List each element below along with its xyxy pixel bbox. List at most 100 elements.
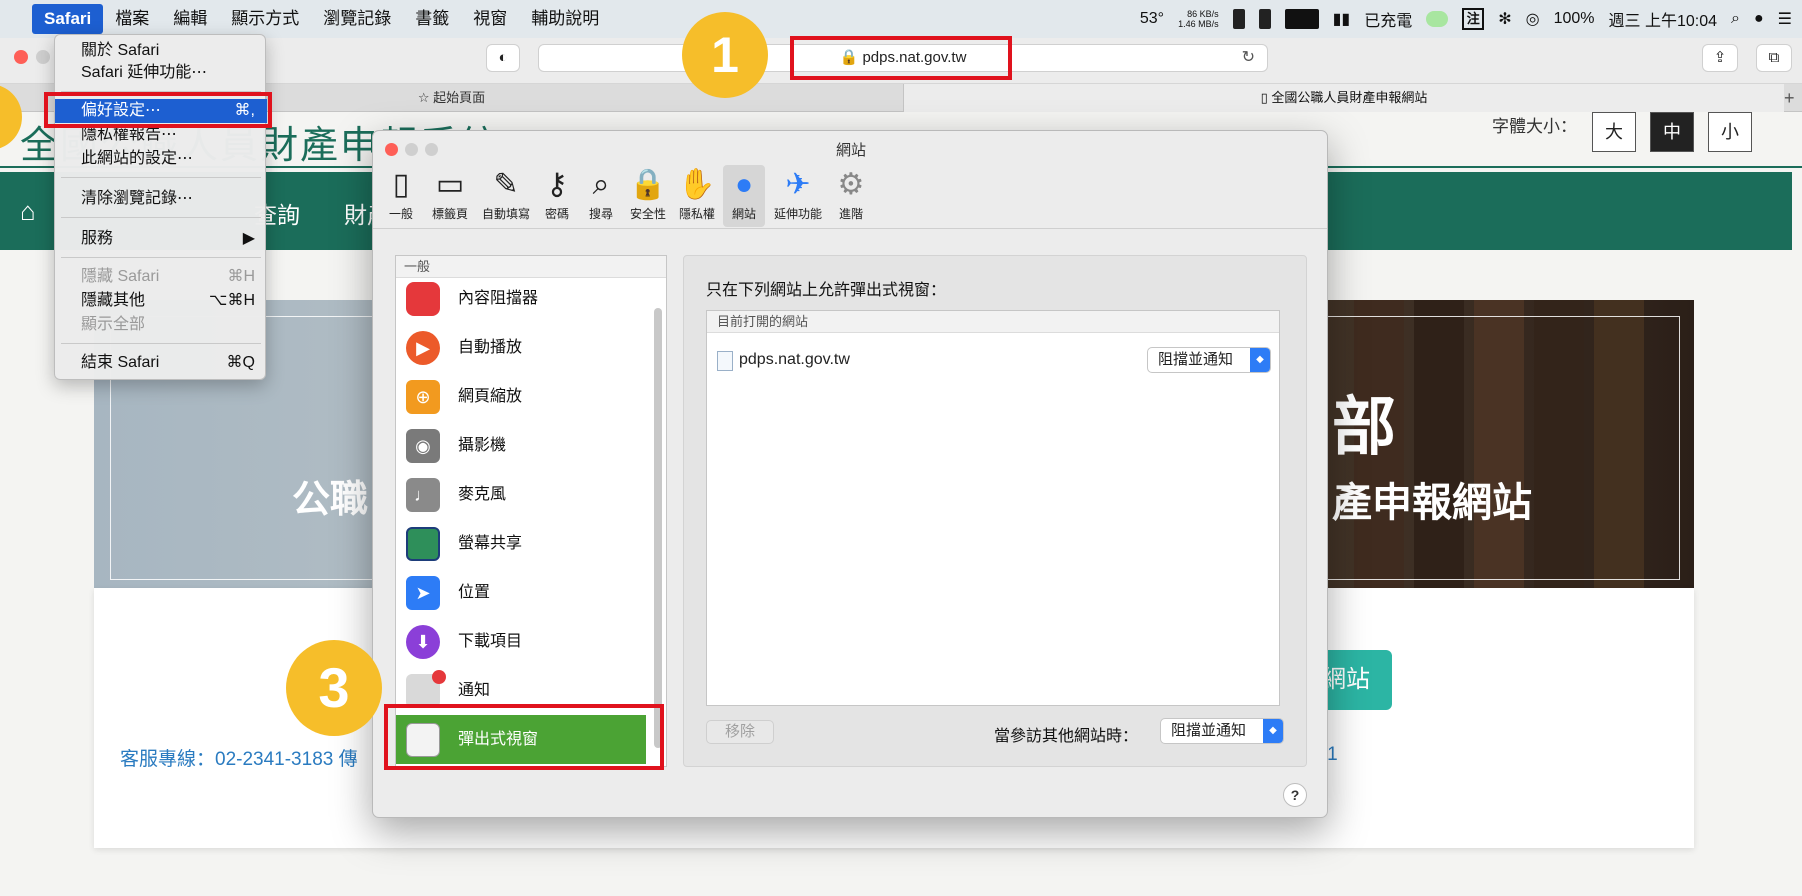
- messages-status-icon[interactable]: [1426, 11, 1449, 27]
- sidebar-item-auto-play[interactable]: ▶ 自動播放: [396, 323, 646, 372]
- prefs-tab-passwords[interactable]: ⚷ 密碼: [539, 165, 575, 227]
- menubar-status-area: 53° 86 KB/s 1.46 MB/s ▮▮ 已充電 注 ✻ ◎ 100% …: [1140, 0, 1792, 38]
- prefs-tab-tabs[interactable]: ▭ 標籤頁: [427, 165, 473, 227]
- clock[interactable]: 週三 上午10:04: [1609, 7, 1718, 31]
- ssd-meter-icon[interactable]: [1232, 9, 1245, 29]
- home-icon[interactable]: ⌂: [20, 196, 36, 227]
- prefs-tab-security[interactable]: 🔒 安全性: [625, 165, 671, 227]
- microphone-icon: ♩: [406, 478, 440, 512]
- menu-about-safari[interactable]: 關於 Safari: [55, 39, 267, 63]
- menu-separator: [61, 217, 261, 218]
- prefs-tab-privacy[interactable]: ✋ 隱私權: [675, 165, 719, 227]
- prefs-tab-general[interactable]: ▯ 一般: [381, 165, 421, 227]
- menu-safari[interactable]: Safari: [32, 4, 104, 34]
- font-size-medium-button[interactable]: 中: [1650, 112, 1694, 152]
- privacy-shield-button[interactable]: ◐: [486, 44, 520, 72]
- menu-show-all: 顯示全部: [81, 316, 146, 333]
- spotlight-search-icon[interactable]: ⌕: [1731, 10, 1740, 28]
- charging-status[interactable]: 已充電: [1364, 7, 1412, 31]
- gear-icon: ⚙: [837, 168, 865, 201]
- menu-bar: Safari 檔案 編輯 顯示方式 瀏覽記錄 書籤 視窗 輔助說明 53° 86…: [0, 0, 1802, 38]
- key-icon: ⚷: [546, 168, 568, 201]
- menu-hide-safari: 隱藏 Safari ⌘H: [55, 265, 267, 289]
- sidebar-item-downloads[interactable]: ⬇ 下載項目: [396, 617, 646, 666]
- updown-chevron-icon: ◆: [1263, 719, 1283, 743]
- window-close-button[interactable]: [14, 50, 28, 64]
- table-row[interactable]: pdps.nat.gov.tw 阻擋並通知 ◆: [707, 345, 1279, 375]
- menu-separator: [61, 177, 261, 178]
- tab-current-site[interactable]: ▯ 全國公職人員財產申報網站: [904, 84, 1784, 112]
- annotation-box-preferences: [44, 92, 272, 128]
- puzzle-icon: ✈: [785, 168, 811, 201]
- prefs-tab-extensions[interactable]: ✈ 延伸功能: [769, 165, 827, 227]
- menu-quit-safari[interactable]: 結束 Safari ⌘Q: [55, 351, 267, 375]
- table-header: 目前打開的網站: [707, 311, 1279, 333]
- battery-percent[interactable]: 100%: [1554, 10, 1595, 28]
- other-sites-label: 當參訪其他網站時：: [994, 728, 1139, 745]
- row-popup-select[interactable]: 阻擋並通知 ◆: [1147, 347, 1271, 373]
- prefs-tab-search[interactable]: ⌕ 搜尋: [581, 165, 621, 227]
- camera-icon: ◉: [406, 429, 440, 463]
- sidebar-item-page-zoom[interactable]: ⊕ 網頁縮放: [396, 372, 646, 421]
- memory-meter-icon[interactable]: [1258, 9, 1271, 29]
- banner-right-title: 部: [1332, 391, 1396, 463]
- reload-icon[interactable]: ↻: [1242, 45, 1255, 71]
- new-tab-button[interactable]: +: [1784, 84, 1802, 112]
- wifi-icon[interactable]: ◎: [1526, 9, 1540, 29]
- menu-safari-extensions[interactable]: Safari 延伸功能⋯: [55, 61, 267, 85]
- prefs-tab-advanced[interactable]: ⚙ 進階: [831, 165, 871, 227]
- network-download: 1.46 MB/s: [1178, 19, 1219, 29]
- location-arrow-icon: ➤: [406, 576, 440, 610]
- menu-bookmarks[interactable]: 書籤: [403, 4, 461, 34]
- menu-view[interactable]: 顯示方式: [219, 4, 311, 34]
- annotation-box-popup: [384, 704, 664, 770]
- prefs-tab-autofill[interactable]: ✎ 自動填寫: [477, 165, 535, 227]
- sidebar-item-location[interactable]: ➤ 位置: [396, 568, 646, 617]
- siri-icon[interactable]: ●: [1754, 10, 1764, 28]
- network-speed[interactable]: 86 KB/s 1.46 MB/s: [1178, 9, 1219, 29]
- banner-right-subtitle: 產申報網站: [1332, 481, 1532, 525]
- sidebar-item-screen-sharing[interactable]: 螢幕共享: [396, 519, 646, 568]
- sidebar-item-content-blockers[interactable]: 內容阻擋器: [396, 274, 646, 323]
- menu-site-settings[interactable]: 此網站的設定⋯: [55, 147, 267, 171]
- other-sites-select-value: 阻擋並通知: [1171, 722, 1247, 739]
- menu-history[interactable]: 瀏覽記錄: [311, 4, 403, 34]
- temperature-status[interactable]: 53°: [1140, 10, 1164, 28]
- menu-hide-shortcut: ⌘H: [227, 268, 255, 285]
- other-sites-select[interactable]: 阻擋並通知 ◆: [1160, 718, 1284, 744]
- sidebar-item-camera[interactable]: ◉ 攝影機: [396, 421, 646, 470]
- menu-services[interactable]: 服務 ▶: [55, 227, 267, 251]
- help-button[interactable]: ?: [1283, 783, 1307, 807]
- menu-window[interactable]: 視窗: [461, 4, 519, 34]
- menu-clear-history[interactable]: 清除瀏覽記錄⋯: [55, 187, 267, 211]
- page-doc-icon: ▯: [1260, 90, 1268, 105]
- remove-button: 移除: [706, 720, 774, 744]
- menu-help[interactable]: 輔助說明: [519, 4, 611, 34]
- play-icon: ▶: [406, 331, 440, 365]
- screen-share-icon: [406, 527, 440, 561]
- tab-overview-button[interactable]: ⧉: [1756, 44, 1792, 72]
- row-popup-select-value: 阻擋並通知: [1158, 351, 1234, 368]
- font-size-large-button[interactable]: 大: [1592, 112, 1636, 152]
- tabs-window-icon: ▭: [435, 168, 465, 201]
- battery-status-icon[interactable]: ▮▮: [1333, 9, 1351, 29]
- menu-hide-others[interactable]: 隱藏其他 ⌥⌘H: [55, 289, 267, 313]
- step-3-marker: 3: [286, 640, 382, 736]
- submenu-arrow-icon: ▶: [242, 230, 255, 247]
- sidebar-scrollbar[interactable]: [654, 308, 662, 748]
- updown-chevron-icon: ◆: [1250, 348, 1270, 372]
- notification-center-icon[interactable]: ☰: [1778, 9, 1792, 29]
- menu-edit[interactable]: 編輯: [161, 4, 219, 34]
- bluetooth-icon[interactable]: ✻: [1498, 9, 1511, 29]
- menu-hide-others-label: 隱藏其他: [81, 292, 146, 309]
- safari-app-menu: 關於 Safari Safari 延伸功能⋯ 偏好設定⋯ ⌘, 隱私權報告⋯ 此…: [54, 34, 267, 380]
- font-size-small-button[interactable]: 小: [1708, 112, 1752, 152]
- menu-file[interactable]: 檔案: [103, 4, 161, 34]
- prefs-tab-websites[interactable]: ● 網站: [723, 165, 765, 227]
- page-doc-icon: [717, 351, 733, 371]
- share-button[interactable]: ⇪: [1702, 44, 1738, 72]
- input-method-icon[interactable]: 注: [1462, 8, 1485, 30]
- window-minimize-button[interactable]: [36, 50, 50, 64]
- sidebar-item-microphone[interactable]: ♩ 麥克風: [396, 470, 646, 519]
- cpu-meter-icon[interactable]: [1284, 9, 1319, 29]
